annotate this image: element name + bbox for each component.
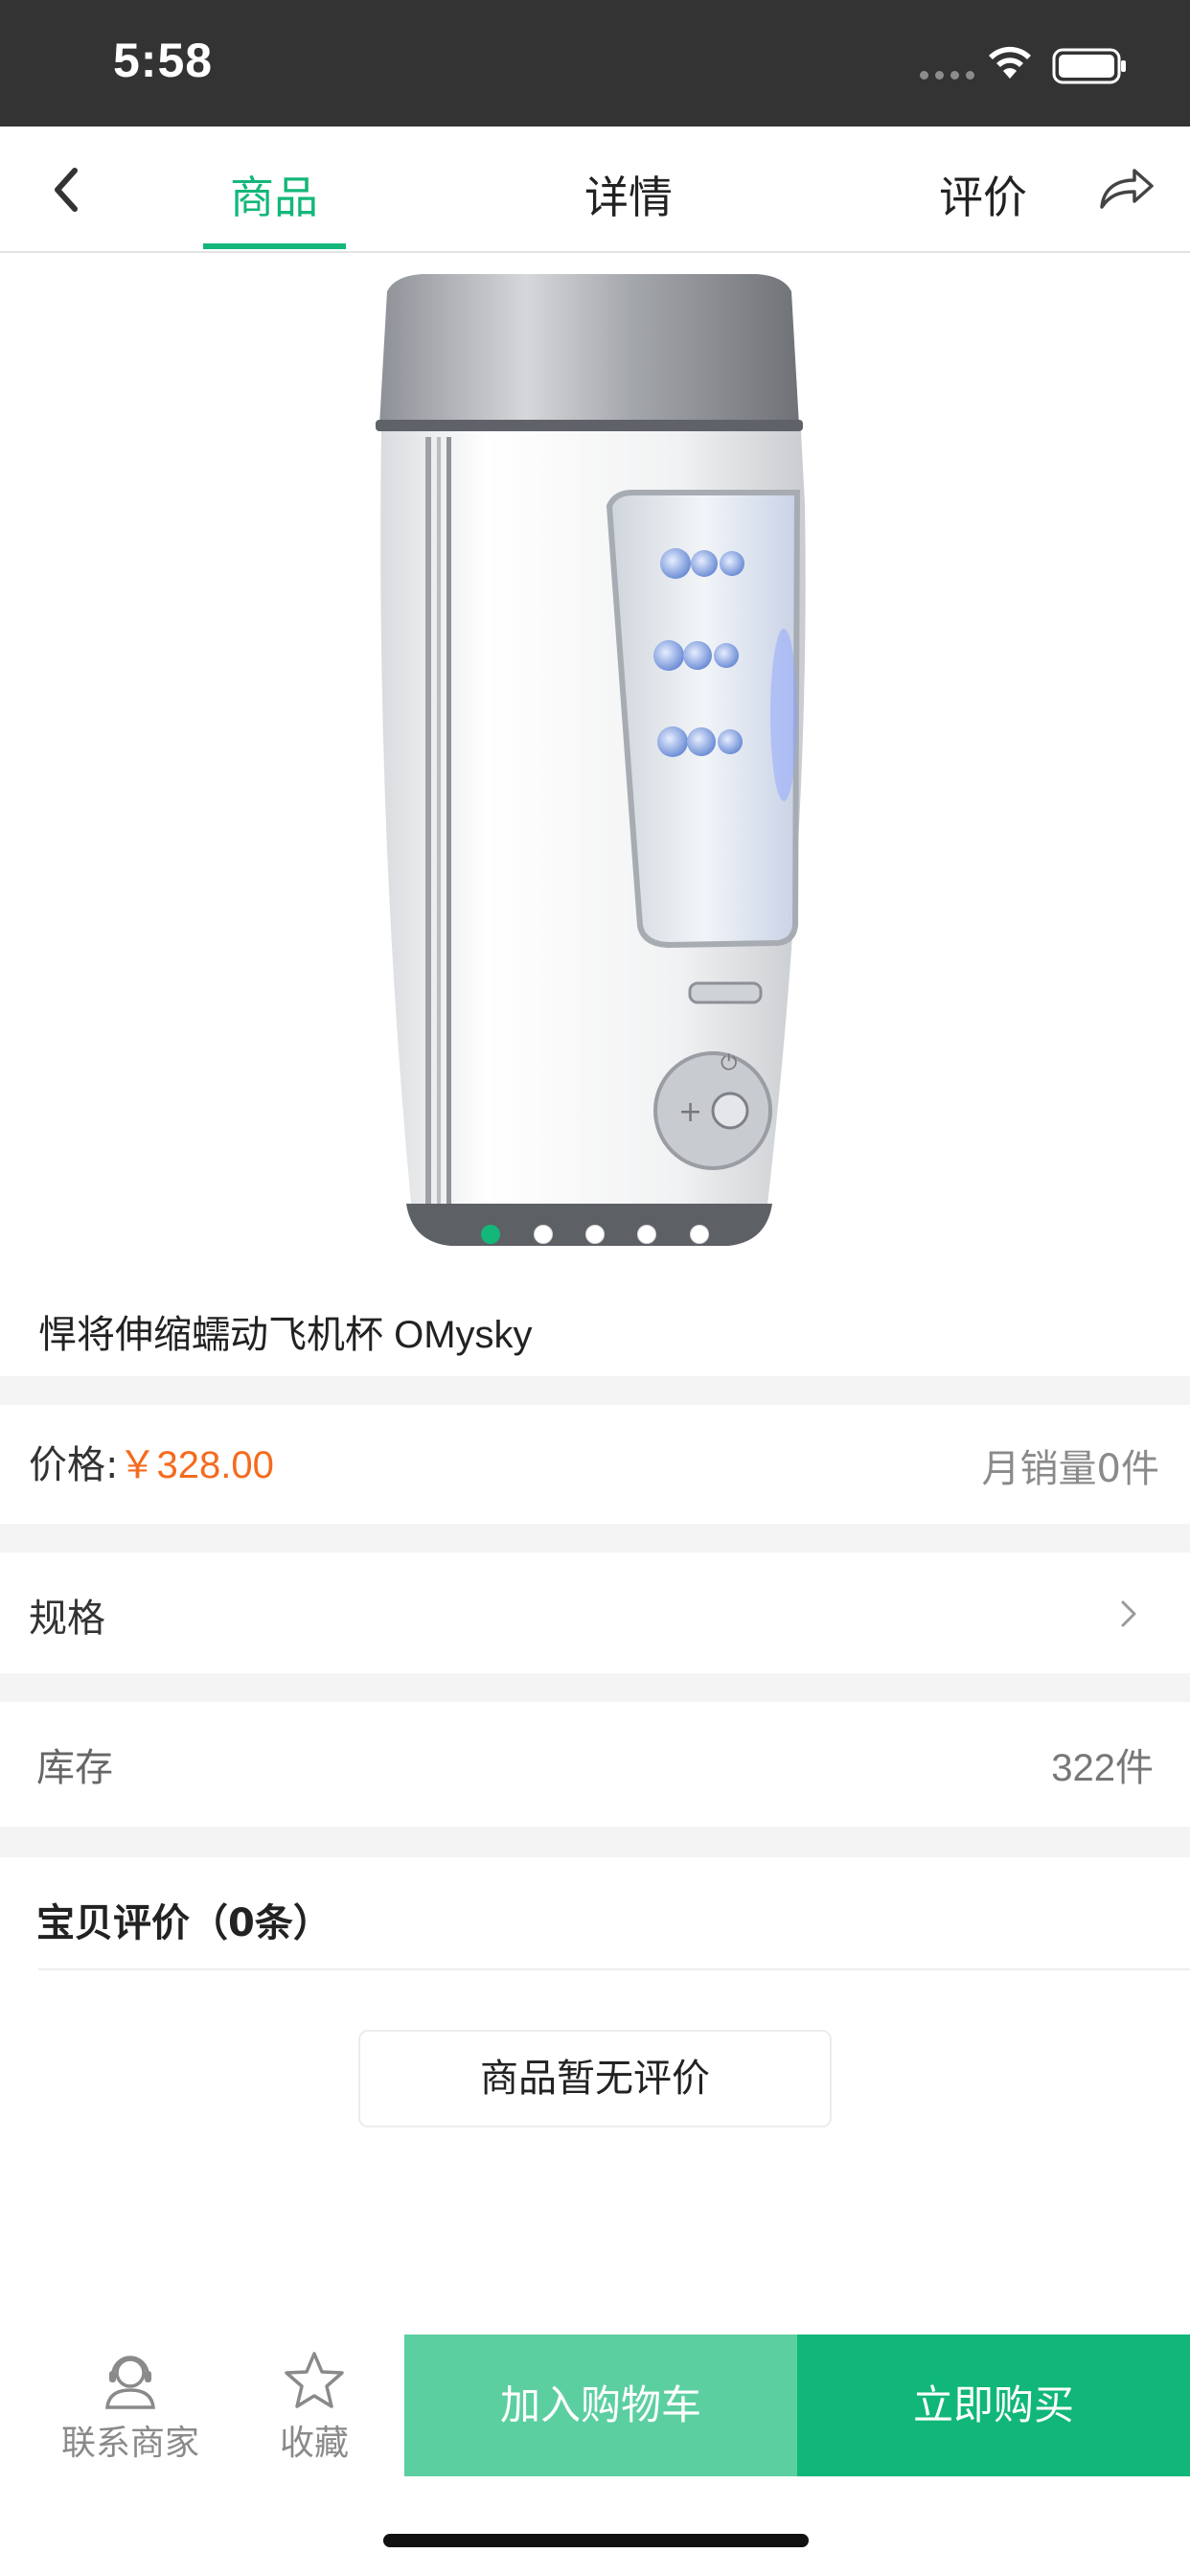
carousel-dot-1[interactable] [481, 1225, 500, 1244]
active-tab-indicator [203, 243, 346, 249]
nav-bar: 商品 详情 评价 [0, 126, 1190, 253]
contact-seller-button[interactable]: 联系商家 [54, 2334, 207, 2476]
tab-details[interactable]: 详情 [533, 163, 724, 226]
carousel-dot-4[interactable] [637, 1225, 656, 1244]
reviews-header: 宝贝评价（0条） [36, 1901, 332, 1945]
section-gap [0, 1376, 1190, 1405]
carousel-dot-3[interactable] [585, 1225, 605, 1244]
back-arrow-icon[interactable] [46, 163, 84, 217]
contact-seller-label: 联系商家 [60, 2424, 199, 2463]
product-photo: + ⏻ [376, 274, 806, 1246]
star-icon [285, 2352, 344, 2408]
signal-icon [920, 71, 974, 80]
favorite-button[interactable]: 收藏 [257, 2334, 372, 2476]
spec-row[interactable]: 规格 [0, 1552, 1190, 1673]
section-gap [0, 1524, 1190, 1552]
no-reviews-box: 商品暂无评价 [358, 2030, 832, 2128]
svg-text:+: + [678, 1095, 702, 1129]
tab-reviews[interactable]: 评价 [887, 163, 1079, 226]
price-label-text: 价格: [29, 1443, 119, 1487]
wifi-icon [989, 46, 1031, 79]
status-time: 5:58 [113, 34, 214, 87]
favorite-label: 收藏 [279, 2424, 349, 2463]
monthly-sales: 月销量0件 [981, 1447, 1159, 1491]
share-icon[interactable] [1098, 163, 1156, 213]
product-image[interactable]: + ⏻ [0, 255, 1190, 1261]
product-title: 悍将伸缩蠕动飞机杯 OMysky [38, 1314, 533, 1356]
price-value: ￥328.00 [118, 1444, 274, 1486]
divider [38, 1968, 1190, 1970]
bottom-action-bar: 联系商家 收藏 加入购物车 立即购买 [0, 2334, 1190, 2476]
chevron-right-icon [1121, 1600, 1136, 1627]
carousel-dot-5[interactable] [690, 1225, 709, 1244]
price-row: 价格:￥328.00 月销量0件 [0, 1405, 1190, 1524]
buy-now-button[interactable]: 立即购买 [797, 2334, 1190, 2476]
carousel-dot-2[interactable] [534, 1225, 553, 1244]
customer-service-icon [105, 2356, 155, 2409]
stock-value: 322件 [1051, 1747, 1154, 1789]
battery-icon [1052, 48, 1126, 84]
section-gap [0, 1673, 1190, 1702]
section-gap [0, 1827, 1190, 1857]
stock-row: 库存 322件 [0, 1702, 1190, 1827]
price-label: 价格:￥328.00 [29, 1434, 274, 1489]
svg-text:⏻: ⏻ [721, 1051, 737, 1075]
spec-label: 规格 [29, 1597, 105, 1641]
tab-product[interactable]: 商品 [178, 163, 370, 226]
home-indicator[interactable] [383, 2534, 809, 2547]
status-bar: 5:58 [0, 0, 1190, 126]
add-to-cart-button[interactable]: 加入购物车 [404, 2334, 797, 2476]
stock-label: 库存 [36, 1746, 113, 1790]
